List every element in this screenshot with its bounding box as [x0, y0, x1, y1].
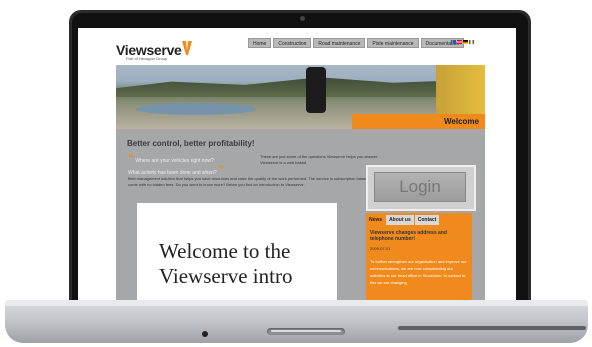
- quote-line-1: Where are your vehicles right now?: [135, 158, 214, 164]
- trackpad-slot: [267, 328, 345, 335]
- intro-video[interactable]: Welcome to the Viewserve intro: [137, 203, 337, 310]
- logo-subtitle: Part of Hexagon Group: [126, 56, 168, 61]
- sweden-flag-icon[interactable]: [451, 40, 456, 44]
- language-flags: [451, 40, 474, 44]
- quote-open-icon: “: [128, 151, 134, 165]
- video-title: Welcome to the Viewserve intro: [159, 239, 293, 288]
- tab-news[interactable]: News: [366, 215, 386, 225]
- news-text: To further strengthen our organisation a…: [370, 259, 467, 285]
- camera-icon: [300, 16, 305, 21]
- hero-hills: [116, 77, 485, 97]
- news-panel: News About us Contact Viewserve changes …: [366, 213, 472, 310]
- news-date: 2009-07-01: [370, 246, 391, 251]
- laptop-base: [5, 300, 588, 343]
- site-header: Viewserve Part of Hexagon Group Home Con…: [78, 28, 516, 64]
- logo-v-icon: [182, 41, 192, 55]
- nav-home[interactable]: Home: [248, 38, 272, 48]
- laptop-lid: Viewserve Part of Hexagon Group Home Con…: [69, 10, 531, 310]
- italy-flag-icon[interactable]: [469, 40, 474, 44]
- nav-construction[interactable]: Construction: [273, 38, 312, 48]
- nav-road-maintenance[interactable]: Road maintenance: [313, 38, 366, 48]
- page-tagline: Better control, better profitability!: [127, 139, 255, 148]
- germany-flag-icon[interactable]: [463, 40, 468, 44]
- nav-piste-maintenance[interactable]: Piste maintenance: [367, 38, 419, 48]
- welcome-label: Welcome: [444, 117, 479, 126]
- welcome-banner: Welcome: [352, 114, 485, 130]
- tab-about-us[interactable]: About us: [386, 215, 414, 225]
- main-nav: Home Construction Road maintenance Piste…: [248, 38, 465, 48]
- news-title[interactable]: Viewserve changes address and telephone …: [370, 230, 468, 242]
- tab-contact[interactable]: Contact: [414, 215, 440, 225]
- laptop-base-top: [5, 300, 588, 306]
- sleep-led-icon: [202, 331, 208, 337]
- body-text: fleet management solution that helps you…: [128, 176, 376, 187]
- hero-water: [136, 103, 256, 115]
- quote-close-icon: ”: [218, 163, 225, 177]
- login-box: Login: [366, 165, 476, 211]
- main-content: Better control, better profitability! “ …: [116, 129, 485, 310]
- hero-mirror: [306, 67, 326, 113]
- quote-block: “ Where are your vehicles right now? Wha…: [128, 151, 258, 178]
- login-button[interactable]: Login: [374, 172, 466, 202]
- uk-flag-icon[interactable]: [457, 40, 462, 44]
- laptop-screen: Viewserve Part of Hexagon Group Home Con…: [78, 28, 516, 310]
- intro-text: These are just some of the questions Vie…: [260, 154, 379, 165]
- news-tabs: News About us Contact: [366, 215, 440, 225]
- laptop-port: [398, 326, 586, 330]
